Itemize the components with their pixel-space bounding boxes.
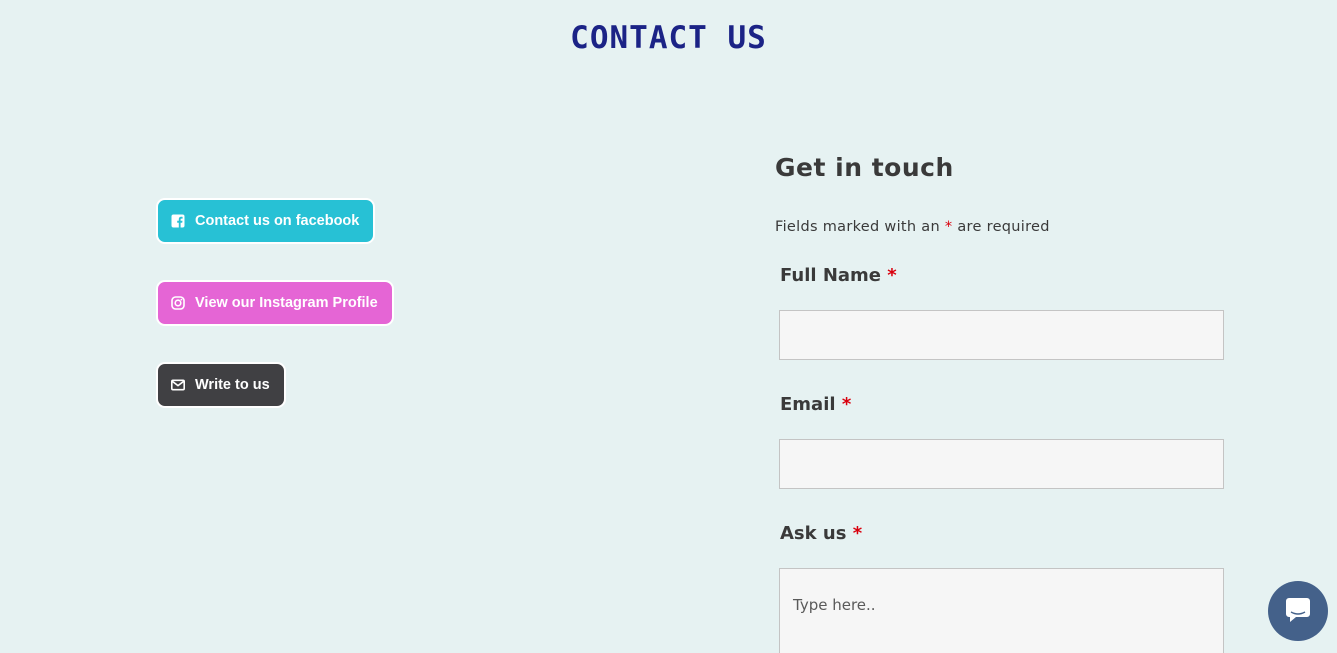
required-marker: * — [841, 394, 852, 415]
instagram-profile-button[interactable]: View our Instagram Profile — [156, 280, 394, 326]
ask-us-label: Ask us * — [780, 523, 862, 544]
facebook-contact-label: Contact us on facebook — [195, 213, 360, 229]
facebook-contact-button[interactable]: Contact us on facebook — [156, 198, 376, 244]
write-to-us-button[interactable]: Write to us — [156, 362, 286, 408]
full-name-input[interactable] — [779, 310, 1224, 360]
required-fields-note: Fields marked with an * are required — [775, 219, 1050, 235]
ask-us-label-text: Ask us — [780, 523, 847, 544]
required-note-star: * — [944, 219, 953, 235]
form-title: Get in touch — [775, 153, 954, 182]
write-to-us-label: Write to us — [195, 377, 270, 393]
envelope-icon — [171, 378, 185, 392]
full-name-label-text: Full Name — [780, 265, 881, 286]
ask-us-textarea[interactable] — [779, 568, 1224, 653]
required-marker: * — [887, 265, 897, 286]
required-note-prefix: Fields marked with an — [775, 219, 940, 235]
chat-bubble-icon — [1282, 593, 1314, 629]
full-name-label: Full Name * — [780, 265, 897, 286]
email-input[interactable] — [779, 439, 1224, 489]
required-note-suffix: are required — [957, 219, 1050, 235]
email-label: Email * — [780, 394, 851, 415]
email-label-text: Email — [780, 394, 836, 415]
instagram-icon — [171, 296, 185, 310]
page-title: CONTACT US — [570, 20, 767, 56]
required-marker: * — [852, 523, 863, 544]
facebook-square-icon — [171, 214, 185, 228]
chat-widget-button[interactable] — [1268, 581, 1328, 641]
instagram-profile-label: View our Instagram Profile — [195, 295, 378, 311]
